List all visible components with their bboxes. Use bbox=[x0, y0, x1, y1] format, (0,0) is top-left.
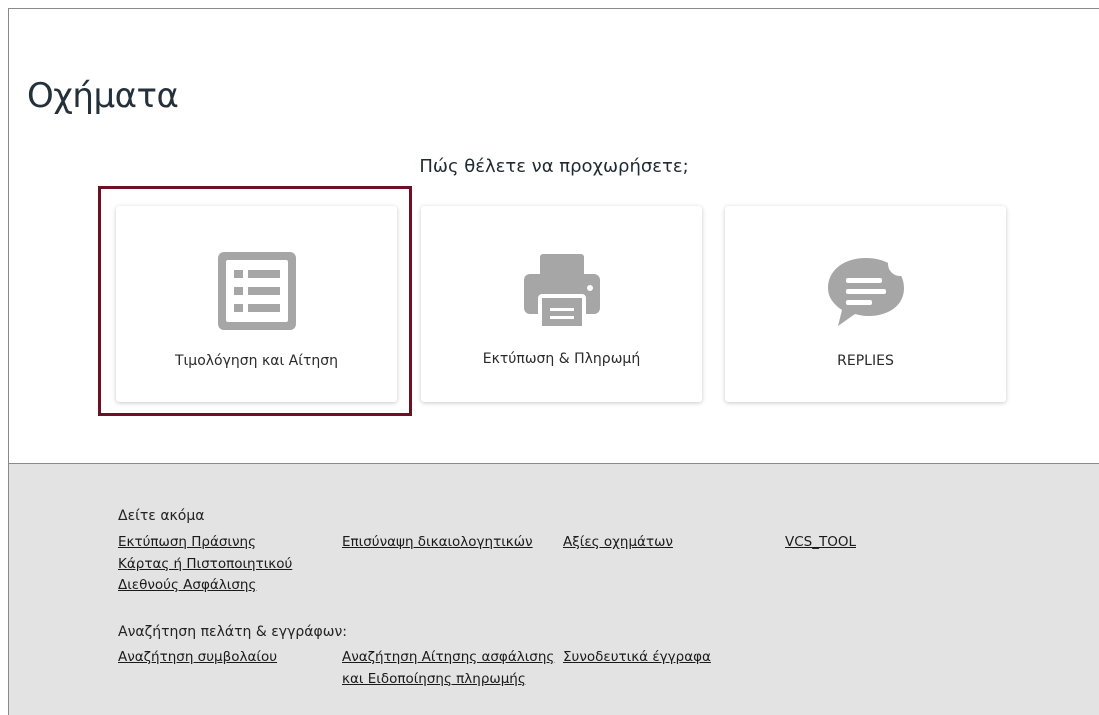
link-attach-documents[interactable]: Επισύναψη δικαιολογητικών bbox=[342, 532, 557, 554]
card-label: Τιμολόγηση και Αίτηση bbox=[175, 353, 338, 369]
link-vehicle-values[interactable]: Αξίες οχημάτων bbox=[563, 532, 778, 554]
link-vcs-tool[interactable]: VCS_TOOL bbox=[785, 532, 985, 554]
page-title: Οχήματα bbox=[27, 75, 179, 116]
card-label: Εκτύπωση & Πληρωμή bbox=[482, 351, 641, 367]
footer-links: Δείτε ακόμα Εκτύπωση Πράσινης Κάρτας ή Π… bbox=[9, 463, 1099, 715]
link-application-search[interactable]: Αναζήτηση Αίτησης ασφάλισης και Ειδοποίη… bbox=[342, 647, 557, 690]
list-icon bbox=[116, 252, 397, 330]
link-policy-search[interactable]: Αναζήτηση συμβολαίου bbox=[118, 647, 308, 669]
question-heading: Πώς θέλετε να προχωρήσετε; bbox=[419, 156, 689, 177]
search-section-title: Αναζήτηση πελάτη & εγγράφων: bbox=[118, 624, 347, 640]
link-accompanying-documents[interactable]: Συνοδευτικά έγγραφα bbox=[563, 647, 778, 669]
card-pricing-application[interactable]: Τιμολόγηση και Αίτηση bbox=[116, 206, 397, 402]
see-also-title: Δείτε ακόμα bbox=[118, 508, 205, 524]
card-label: REPLIES bbox=[837, 353, 894, 369]
card-replies[interactable]: REPLIES bbox=[725, 206, 1006, 402]
main-frame: Οχήματα Πώς θέλετε να προχωρήσετε; Τιμολ… bbox=[8, 8, 1099, 715]
link-green-card-print[interactable]: Εκτύπωση Πράσινης Κάρτας ή Πιστοποιητικο… bbox=[118, 532, 308, 597]
printer-icon bbox=[421, 252, 702, 330]
chat-bubble-icon bbox=[725, 252, 1006, 330]
card-print-payment[interactable]: Εκτύπωση & Πληρωμή bbox=[421, 206, 702, 402]
